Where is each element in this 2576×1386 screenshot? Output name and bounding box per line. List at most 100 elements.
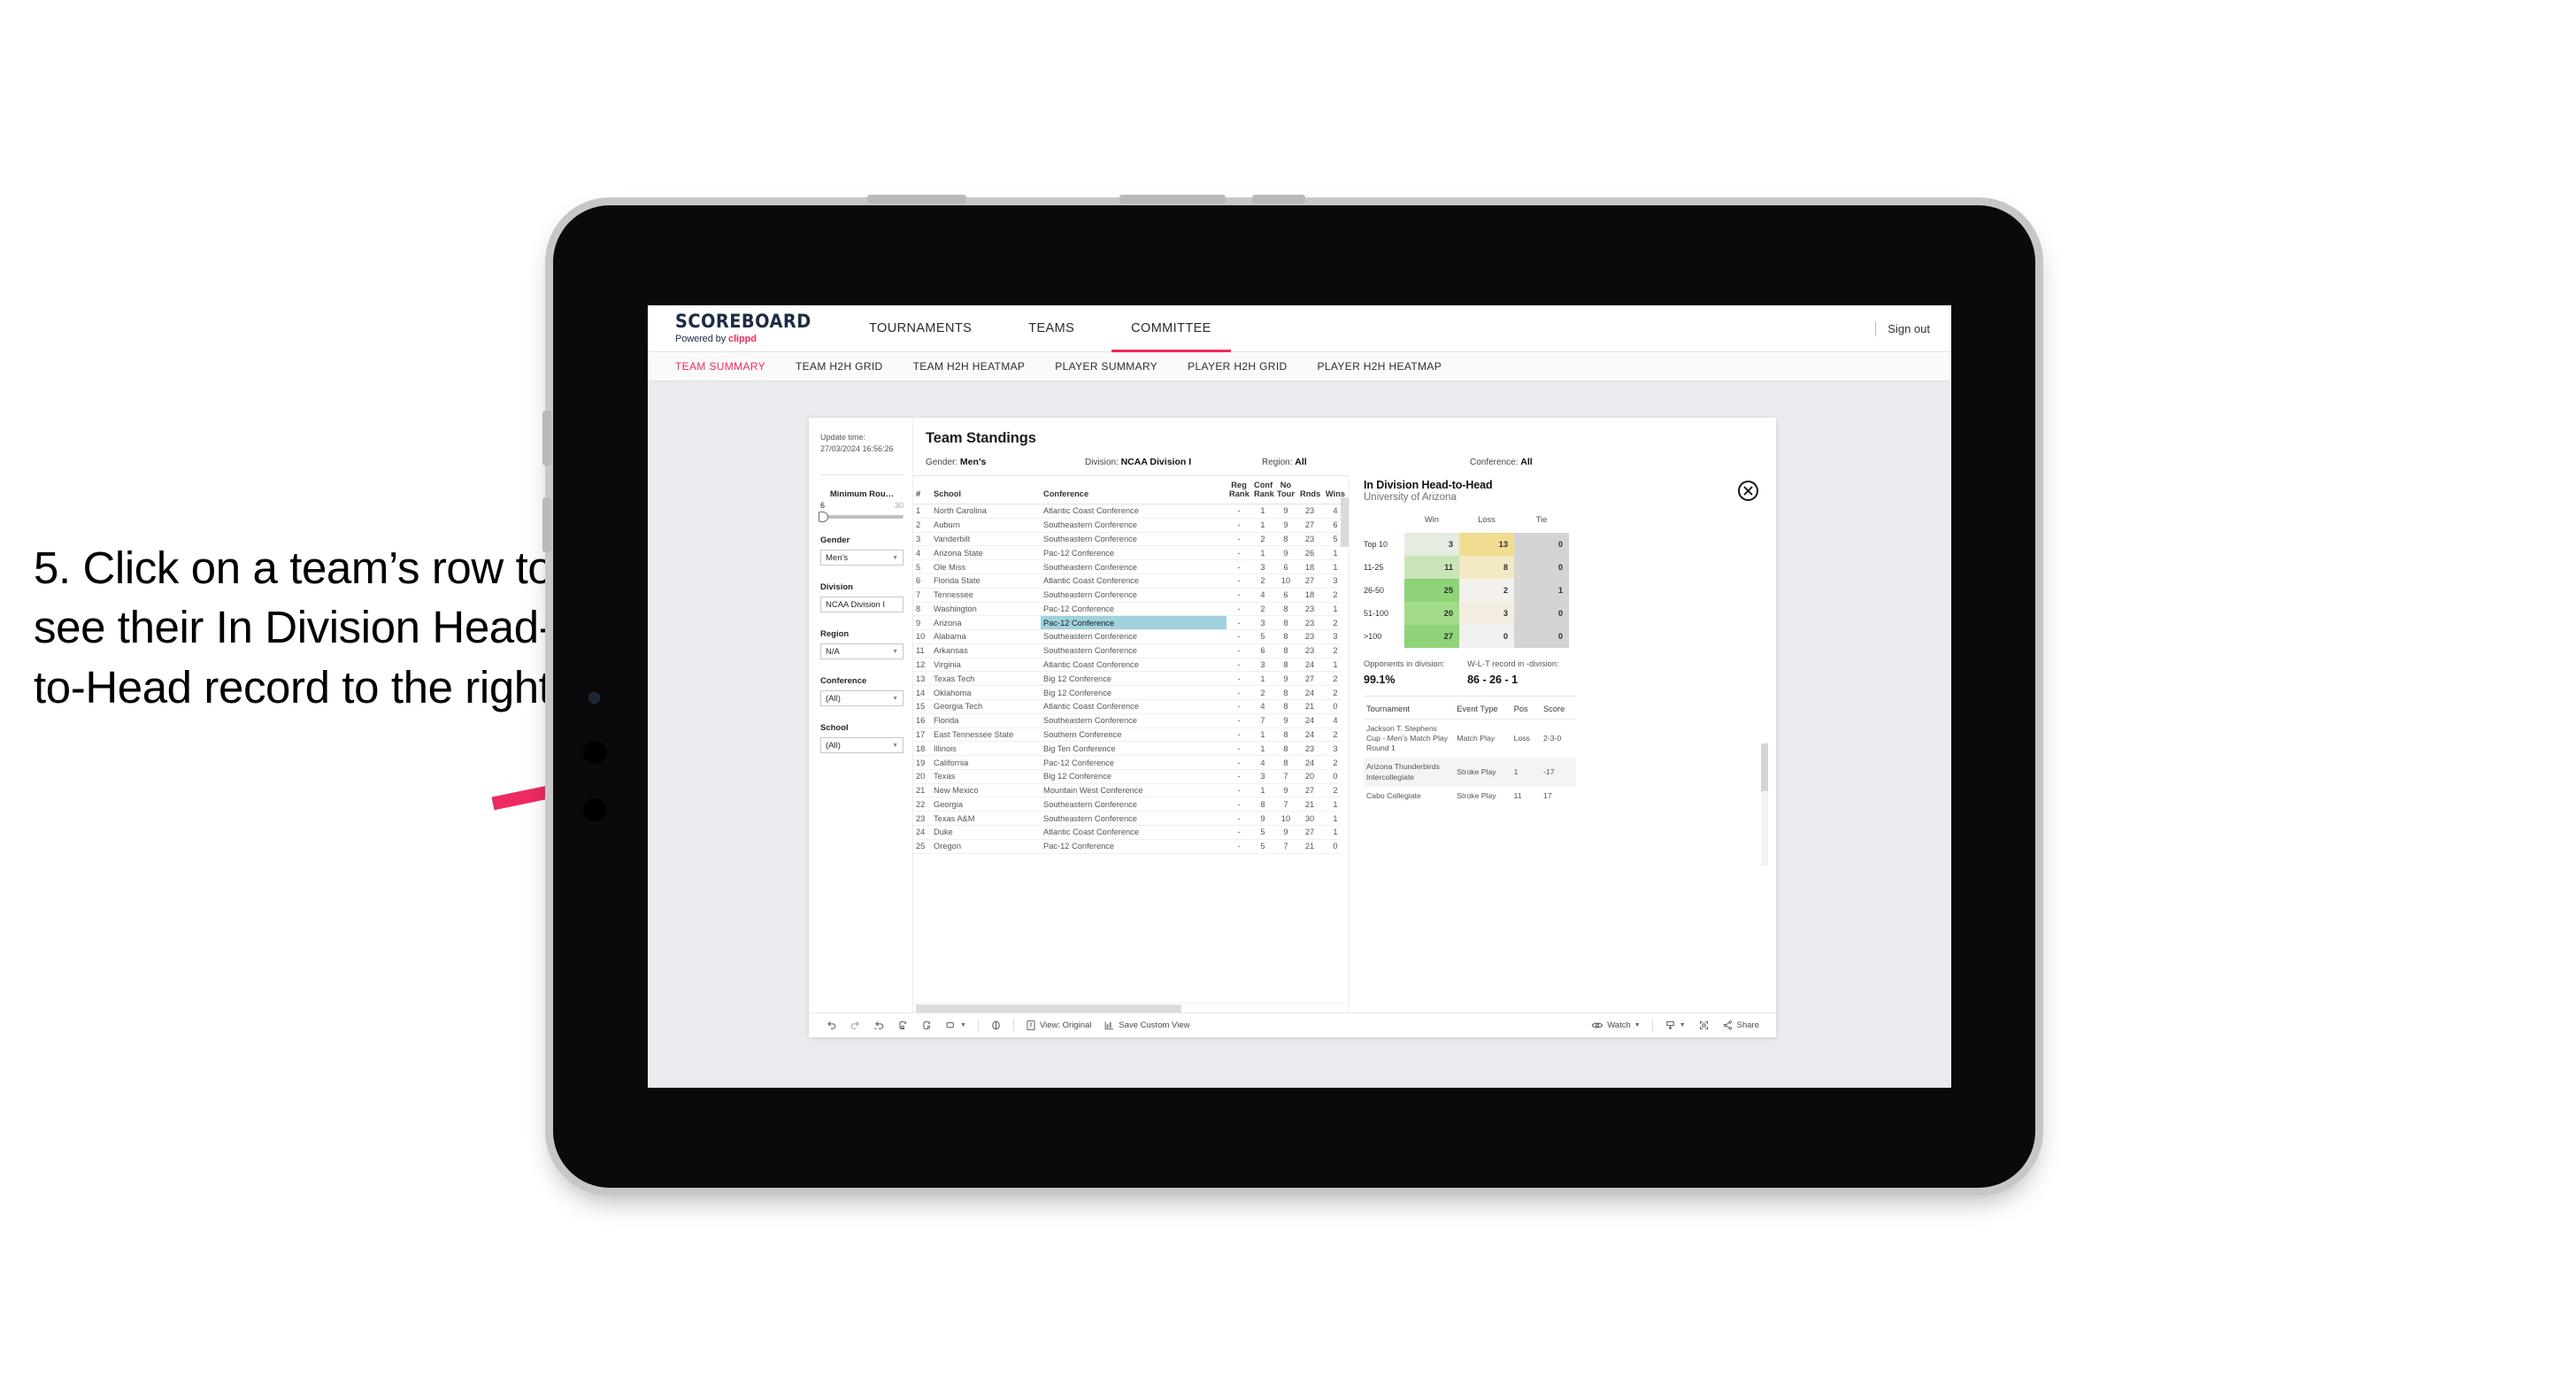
table-row[interactable]: 6 Florida State Atlantic Coast Conference -… [913, 574, 1349, 589]
reg-rank-cell: - [1226, 629, 1251, 644]
show-me-button[interactable] [984, 1020, 1008, 1031]
scrollbar-thumb[interactable] [1341, 497, 1349, 547]
table-row[interactable]: 1 North Carolina Atlantic Coast Conference… [913, 504, 1349, 519]
view-original-button[interactable]: View: Original [1019, 1020, 1097, 1031]
device-button-left-2 [542, 497, 551, 552]
table-row[interactable]: 5 Ole Miss Southeastern Conference -3 6 18 1 [913, 559, 1349, 574]
reg-rank-cell: - [1226, 518, 1251, 533]
table-row[interactable]: 2 Auburn Southeastern Conference -1 9 27 6 [913, 518, 1349, 533]
scrollbar-thumb[interactable] [916, 1005, 1181, 1013]
col-event-type: Event Type [1454, 699, 1511, 720]
pause-button[interactable] [915, 1020, 939, 1031]
share-label: Share [1736, 1020, 1759, 1030]
col-conf-rank[interactable]: Conf Rank [1251, 476, 1274, 505]
tab-player-h2h-heatmap[interactable]: PLAYER H2H HEATMAP [1318, 360, 1442, 373]
table-row[interactable]: 19 California Pac-12 Conference -4 8 24 2 [913, 755, 1349, 770]
table-row[interactable]: 12 Virginia Atlantic Coast Conference -3 8 24… [913, 658, 1349, 673]
table-row[interactable]: 15 Georgia Tech Atlantic Coast Conference -… [913, 699, 1349, 714]
view-original-label: View: Original [1039, 1020, 1092, 1030]
tab-team-h2h-grid[interactable]: TEAM H2H GRID [796, 360, 883, 373]
table-row[interactable]: 22 Georgia Southeastern Conference -8 7 21 1 [913, 797, 1349, 812]
watch-button[interactable]: Watch ▼ [1585, 1020, 1647, 1030]
conference-cell: Atlantic Coast Conference [1041, 504, 1226, 519]
toolbar-divider-1 [977, 1020, 979, 1031]
close-icon[interactable] [1738, 481, 1758, 501]
save-custom-view-button[interactable]: Save Custom View [1097, 1020, 1196, 1031]
table-row[interactable]: 16 Florida Southeastern Conference -7 9 24 4 [913, 713, 1349, 728]
school-cell: Ole Miss [931, 559, 1041, 574]
conference-select[interactable]: (All) ▼ [820, 690, 904, 707]
tab-team-h2h-heatmap[interactable]: TEAM H2H HEATMAP [913, 360, 1026, 373]
revert-button[interactable] [867, 1020, 891, 1031]
tournament-row[interactable]: Jackson T. Stephens Cup - Men’s Match Pl… [1364, 720, 1576, 758]
table-row[interactable]: 4 Arizona State Pac-12 Conference -1 9 26 1 [913, 545, 1349, 561]
table-row[interactable]: 14 Oklahoma Big 12 Conference -2 8 24 2 [913, 685, 1349, 700]
brand-logo[interactable]: SCOREBOARD Powered by clippd [648, 312, 841, 345]
h2h-cell-tie: 0 [1514, 556, 1569, 579]
table-row[interactable]: 10 Alabama Southeastern Conference -5 8 23 3 [913, 629, 1349, 644]
h2h-col-loss: Loss [1478, 515, 1496, 524]
nav-teams[interactable]: TEAMS [1009, 305, 1094, 352]
table-row[interactable]: 13 Texas Tech Big 12 Conference -1 9 27 2 [913, 671, 1349, 687]
school-cell: Arkansas [931, 643, 1041, 658]
tab-player-h2h-grid[interactable]: PLAYER H2H GRID [1188, 360, 1287, 373]
sign-out-link[interactable]: Sign out [1888, 322, 1930, 335]
table-row[interactable]: 8 Washington Pac-12 Conference -2 8 23 1 [913, 602, 1349, 617]
nav-tournaments[interactable]: TOURNAMENTS [850, 305, 991, 352]
tournament-type: Stroke Play [1457, 790, 1496, 800]
new-worksheet-button[interactable]: ▼ [939, 1020, 973, 1030]
scrollbar-thumb[interactable] [1761, 743, 1768, 791]
meta-gender: Gender: Men’s [926, 457, 1085, 467]
fullscreen-button[interactable] [1692, 1020, 1716, 1031]
table-row[interactable]: 17 East Tennessee State Southern Conferenc… [913, 728, 1349, 743]
nav-committee[interactable]: COMMITTEE [1111, 305, 1231, 352]
tab-player-summary[interactable]: PLAYER SUMMARY [1055, 360, 1157, 373]
rank-cell: 7 [913, 588, 931, 603]
school-select[interactable]: (All) ▼ [820, 737, 904, 754]
col-rank[interactable]: # [913, 476, 931, 505]
h2h-row: Top 10 3 13 0 [1364, 533, 1569, 556]
col-conference[interactable]: Conference [1041, 476, 1226, 505]
table-row[interactable]: 21 New Mexico Mountain West Conference -1 9 2… [913, 783, 1349, 798]
undo-button[interactable] [819, 1020, 843, 1031]
table-row[interactable]: 23 Texas A&M Southeastern Conference -9 10 30… [913, 811, 1349, 827]
table-row[interactable]: 25 Oregon Pac-12 Conference -5 7 21 0 [913, 839, 1349, 854]
tournament-row[interactable]: Arizona Thunderbirds Intercollegiate Stro… [1364, 758, 1576, 787]
refresh-button[interactable] [891, 1020, 915, 1031]
standings-horizontal-scrollbar[interactable] [913, 1003, 1349, 1013]
opponents-in-division: Opponents in division: 99.1% [1364, 659, 1453, 686]
workbook-area: Update time: 27/03/2024 16:56:26 Minimum… [648, 381, 1951, 1088]
region-select[interactable]: N/A ▼ [820, 643, 904, 660]
tab-team-summary[interactable]: TEAM SUMMARY [675, 360, 765, 373]
slider-handle[interactable] [819, 512, 828, 523]
filter-panel: Update time: 27/03/2024 16:56:26 Minimum… [809, 418, 913, 1013]
school-select-value: (All) [826, 740, 841, 751]
table-row[interactable]: 20 Texas Big 12 Conference -3 7 20 0 [913, 769, 1349, 784]
reg-rank-cell: - [1226, 713, 1251, 728]
table-row[interactable]: 9 Arizona Pac-12 Conference -3 8 23 2 [913, 615, 1349, 631]
no-tour-cell: 10 [1274, 574, 1297, 589]
standings-vertical-scrollbar[interactable] [1341, 497, 1349, 1013]
table-row[interactable]: 3 Vanderbilt Southeastern Conference -2 8 23 5 [913, 532, 1349, 547]
download-button[interactable]: ▼ [1658, 1020, 1692, 1031]
col-rnds[interactable]: Rnds [1297, 476, 1322, 505]
table-row[interactable]: 11 Arkansas Southeastern Conference -6 8 23 2 [913, 643, 1349, 658]
share-button[interactable]: Share [1716, 1020, 1765, 1031]
school-cell: Washington [931, 602, 1041, 617]
table-row[interactable]: 24 Duke Atlantic Coast Conference -5 9 27 1 [913, 825, 1349, 840]
col-school[interactable]: School [931, 476, 1041, 505]
h2h-cell-win: 25 [1404, 579, 1459, 602]
minimum-rounds-slider[interactable] [819, 512, 904, 523]
col-reg-rank[interactable]: Reg Rank [1226, 476, 1251, 505]
col-no-tour[interactable]: No Tour [1274, 476, 1297, 505]
table-row[interactable]: 18 Illinois Big Ten Conference -1 8 23 3 [913, 741, 1349, 757]
chevron-down-icon: ▼ [1634, 1022, 1641, 1028]
tournament-scrollbar[interactable] [1761, 743, 1768, 866]
table-row[interactable]: 7 Tennessee Southeastern Conference -4 6 18 2 [913, 588, 1349, 603]
gender-select[interactable]: Men’s ▼ [820, 550, 904, 566]
watch-label: Watch [1607, 1020, 1631, 1030]
division-select[interactable]: NCAA Division I [820, 597, 904, 613]
tournament-row[interactable]: Cabo Collegiate Stroke Play 11 17 [1364, 787, 1576, 805]
rnds-cell: 26 [1297, 545, 1322, 561]
redo-button[interactable] [843, 1020, 867, 1031]
